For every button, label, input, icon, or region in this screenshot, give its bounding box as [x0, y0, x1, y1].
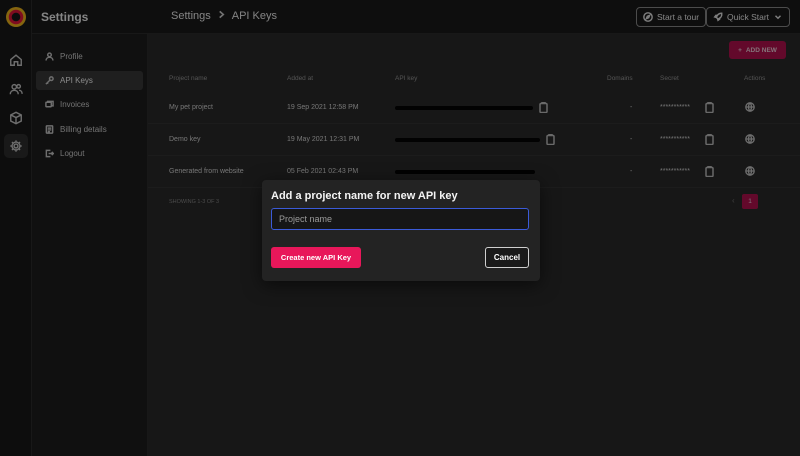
create-api-key-button[interactable]: Create new API Key: [271, 247, 361, 268]
new-api-key-dialog: Add a project name for new API key Creat…: [262, 180, 540, 281]
app-window: Settings Settings API Keys Start a tour …: [0, 0, 800, 456]
cancel-button[interactable]: Cancel: [485, 247, 529, 268]
dialog-title: Add a project name for new API key: [271, 190, 458, 202]
project-name-input[interactable]: [271, 208, 529, 230]
